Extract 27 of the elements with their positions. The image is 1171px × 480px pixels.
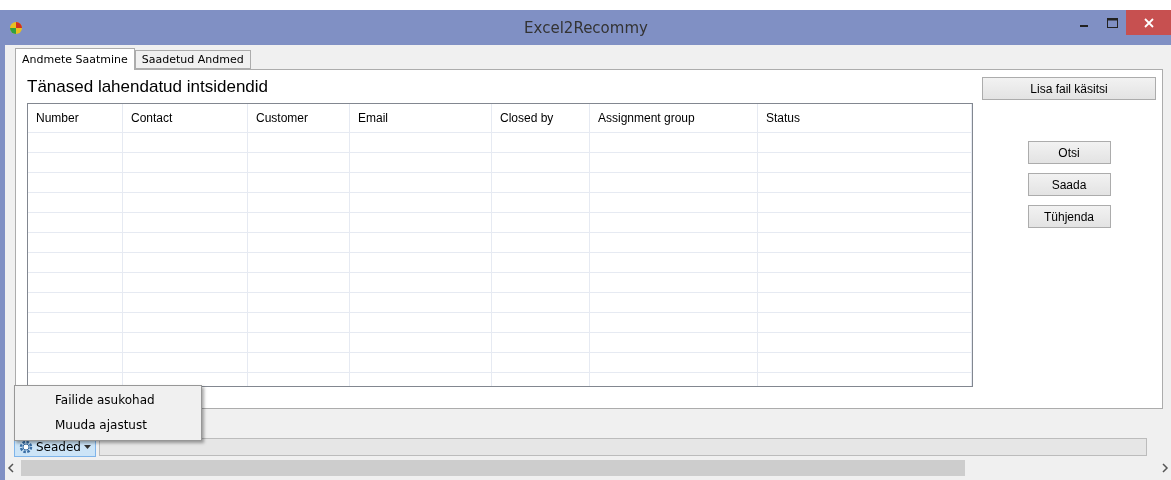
window-title: Excel2Recommy	[523, 18, 649, 37]
column-header[interactable]: Email	[350, 104, 492, 132]
scroll-left-icon[interactable]	[7, 463, 15, 473]
app-icon	[10, 21, 22, 34]
minimize-icon	[1080, 24, 1088, 27]
column-header[interactable]: Assignment group	[590, 104, 758, 132]
section-heading: Tänased lahendatud intsidendid	[27, 76, 270, 98]
gear-icon	[19, 439, 33, 454]
close-button[interactable]	[1126, 10, 1171, 35]
action-button[interactable]: Tühjenda	[1027, 205, 1111, 228]
tab[interactable]: Andmete Saatmine	[15, 48, 135, 70]
column-header[interactable]: Customer	[248, 104, 350, 132]
maximize-icon	[1106, 17, 1118, 28]
column-header[interactable]: Closed by	[492, 104, 590, 132]
close-icon	[1143, 17, 1154, 28]
caret-icon	[84, 444, 91, 449]
column-header[interactable]: Contact	[123, 104, 248, 132]
menu-item[interactable]: Muuda ajastust	[15, 413, 201, 438]
column-header[interactable]: Status	[758, 104, 972, 132]
menu-item[interactable]: Failide asukohad	[15, 388, 201, 413]
horizontal-scrollbar[interactable]	[5, 459, 1171, 477]
scroll-right-icon[interactable]	[1161, 463, 1169, 473]
tab[interactable]: Saadetud Andmed	[134, 50, 251, 69]
add-file-button[interactable]: Lisa fail käsitsi	[982, 77, 1156, 100]
action-button[interactable]: Saada	[1027, 173, 1111, 196]
action-button[interactable]: Otsi	[1027, 141, 1111, 164]
column-header[interactable]: Number	[28, 104, 123, 132]
